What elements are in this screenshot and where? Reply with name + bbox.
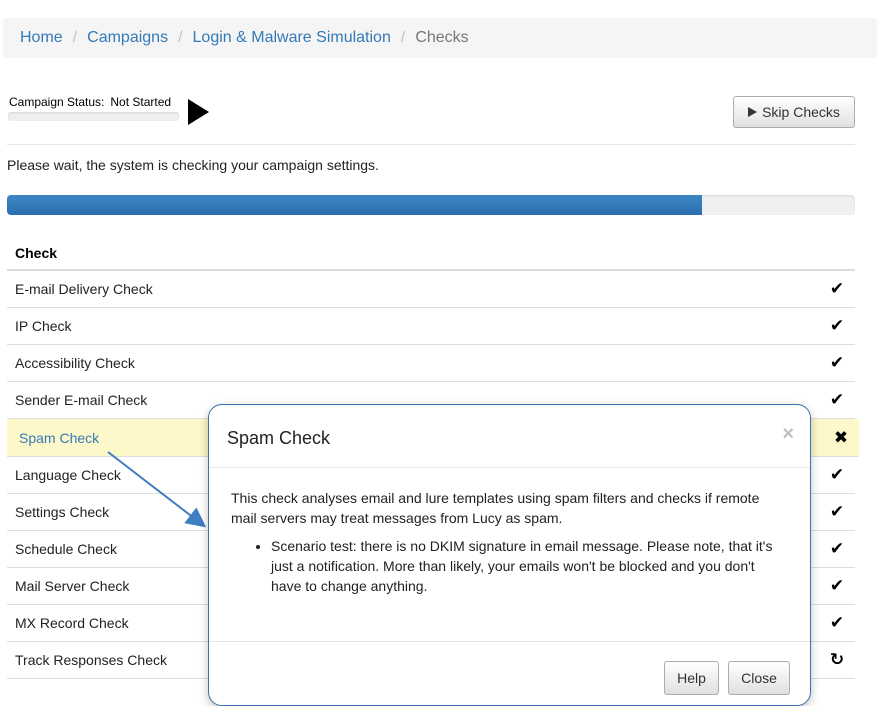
play-icon[interactable] bbox=[188, 99, 209, 125]
breadcrumb-separator: / bbox=[400, 29, 406, 46]
check-label: Accessibility Check bbox=[15, 355, 135, 371]
check-icon: ✔ bbox=[829, 353, 845, 372]
check-label: E-mail Delivery Check bbox=[15, 281, 153, 297]
modal-footer: Help Close bbox=[209, 641, 810, 706]
close-button[interactable]: Close bbox=[728, 661, 790, 695]
breadcrumb-campaign-link[interactable]: Login & Malware Simulation bbox=[193, 29, 391, 47]
modal-header: Spam Check × bbox=[209, 405, 810, 468]
check-icon: ✔ bbox=[829, 316, 845, 335]
modal-description: This check analyses email and lure templ… bbox=[231, 490, 760, 526]
campaign-status-value: Not Started bbox=[110, 95, 172, 109]
campaign-status-progress bbox=[8, 112, 179, 121]
help-button[interactable]: Help bbox=[664, 661, 719, 695]
table-row: IP Check ✔ bbox=[7, 308, 855, 345]
campaign-status: Campaign Status: Not Started bbox=[9, 95, 171, 109]
modal-bullet: Scenario test: there is no DKIM signatur… bbox=[271, 536, 788, 596]
check-icon: ✔ bbox=[829, 279, 845, 298]
skip-checks-button[interactable]: Skip Checks bbox=[733, 96, 855, 128]
check-label: Sender E-mail Check bbox=[15, 392, 148, 408]
modal-title: Spam Check bbox=[227, 428, 331, 448]
check-icon: ✔ bbox=[829, 613, 845, 632]
wait-message: Please wait, the system is checking your… bbox=[7, 157, 379, 173]
check-label[interactable]: Spam Check bbox=[19, 430, 99, 446]
play-icon bbox=[748, 107, 758, 117]
cross-icon: ✖ bbox=[833, 427, 849, 447]
check-icon: ✔ bbox=[829, 576, 845, 595]
check-label: MX Record Check bbox=[15, 615, 129, 631]
table-row: Accessibility Check ✔ bbox=[7, 345, 855, 382]
check-label: IP Check bbox=[15, 318, 72, 334]
breadcrumb-separator: / bbox=[178, 29, 183, 46]
modal-bullet-list: Scenario test: there is no DKIM signatur… bbox=[231, 536, 788, 596]
breadcrumb-home-link[interactable]: Home bbox=[20, 29, 63, 47]
checks-progress-fill bbox=[7, 195, 703, 215]
breadcrumb-campaigns-link[interactable]: Campaigns bbox=[87, 29, 168, 47]
divider bbox=[7, 144, 855, 145]
checks-progress-bar bbox=[7, 195, 855, 215]
close-icon[interactable]: × bbox=[782, 423, 794, 446]
modal-body: This check analyses email and lure templ… bbox=[209, 468, 810, 596]
refresh-icon: ↻ bbox=[829, 650, 845, 669]
check-icon: ✔ bbox=[829, 502, 845, 521]
check-icon: ✔ bbox=[829, 539, 845, 558]
check-label: Track Responses Check bbox=[15, 652, 167, 668]
check-icon: ✔ bbox=[829, 465, 845, 484]
check-label: Schedule Check bbox=[15, 541, 117, 557]
campaign-status-label: Campaign Status: bbox=[9, 95, 105, 109]
check-label: Language Check bbox=[15, 467, 121, 483]
table-header-check: Check bbox=[7, 234, 855, 271]
check-label: Settings Check bbox=[15, 504, 110, 520]
breadcrumb: Home / Campaigns / Login & Malware Simul… bbox=[3, 18, 877, 58]
breadcrumb-separator: / bbox=[72, 29, 78, 46]
skip-checks-label: Skip Checks bbox=[762, 104, 840, 120]
check-label: Mail Server Check bbox=[15, 578, 130, 594]
check-icon: ✔ bbox=[829, 390, 845, 409]
breadcrumb-current: Checks bbox=[415, 29, 469, 46]
table-row: E-mail Delivery Check ✔ bbox=[7, 271, 855, 308]
spam-check-modal: Spam Check × This check analyses email a… bbox=[208, 404, 811, 706]
